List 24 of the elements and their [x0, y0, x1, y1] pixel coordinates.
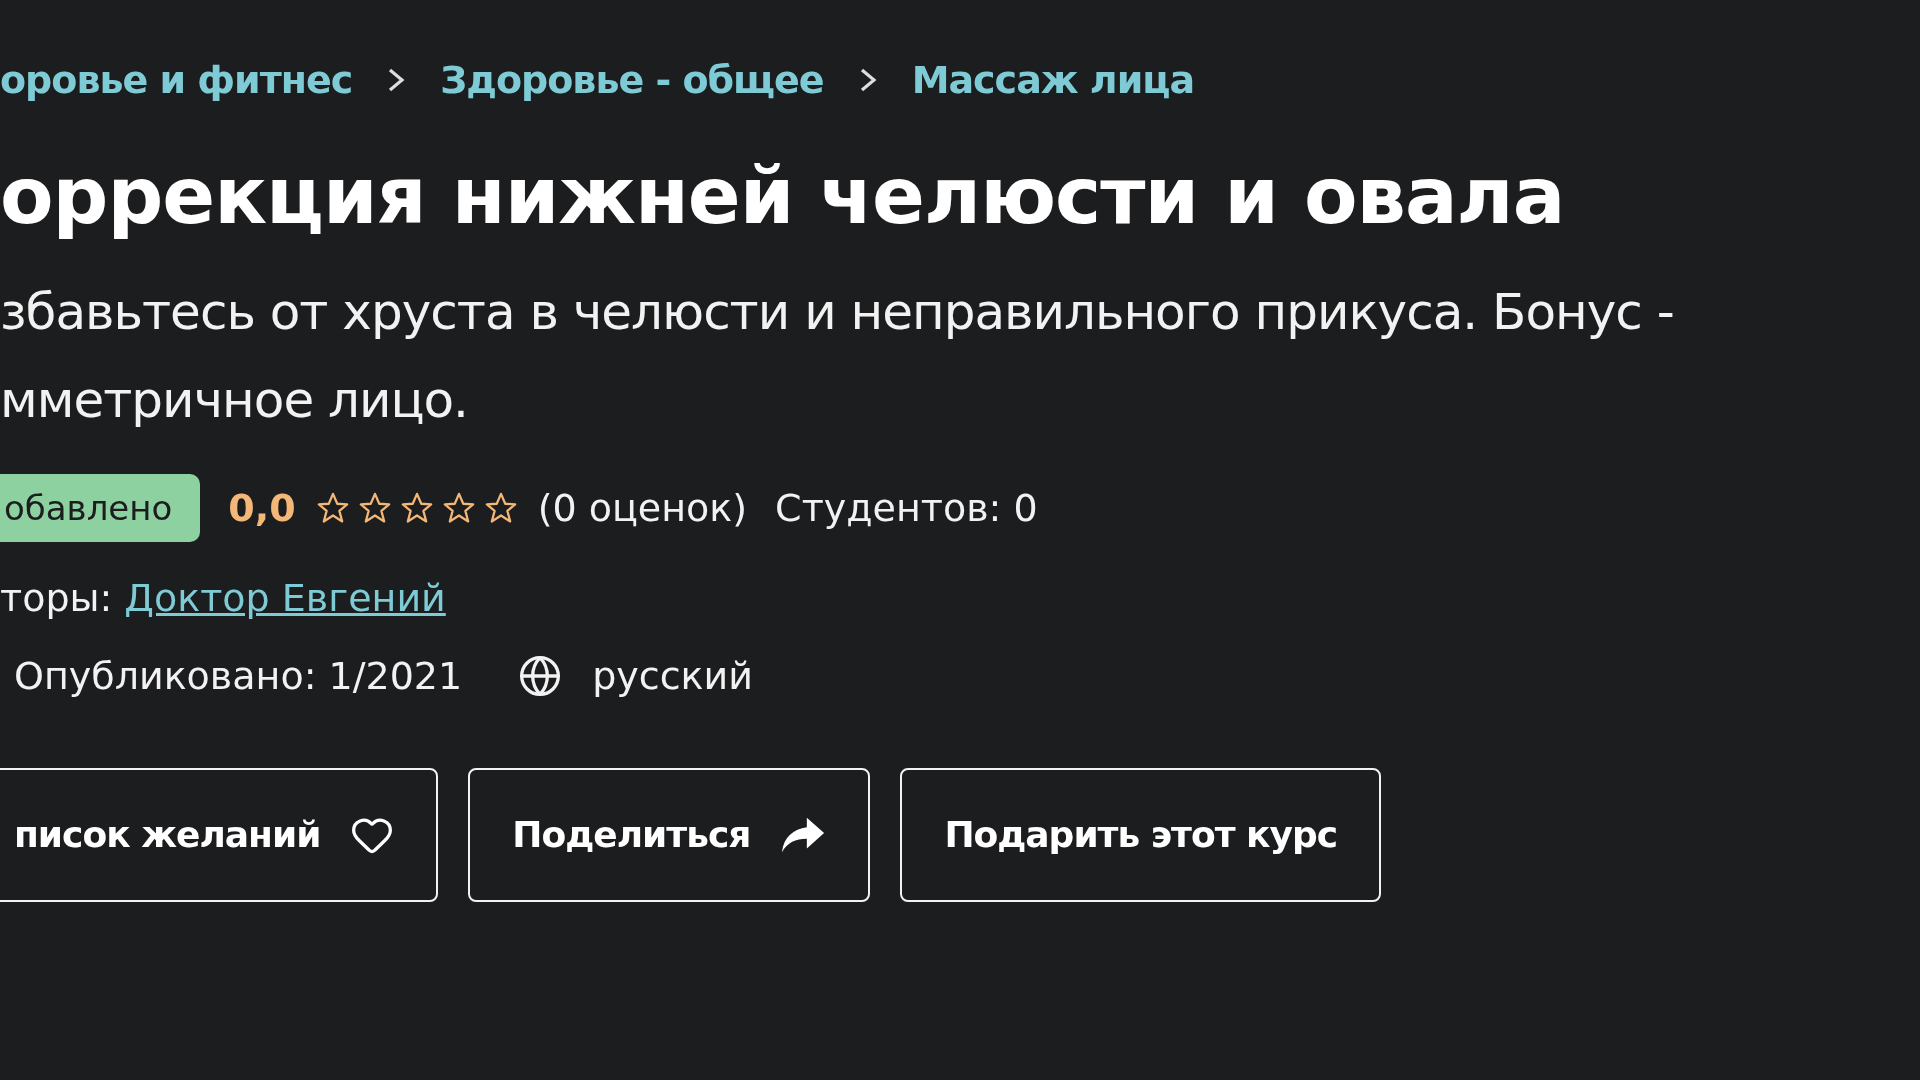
status-badge: обавлено [0, 473, 201, 542]
share-button[interactable]: Поделиться [468, 767, 871, 902]
breadcrumb-link[interactable]: Здоровье - общее [440, 58, 824, 102]
course-description: збавьтесь от хруста в челюсти и неправильного прикуса. Бонус - [0, 281, 1675, 343]
star-icon [441, 490, 476, 525]
star-icon [315, 490, 350, 525]
student-count: Студентов: 0 [775, 485, 1038, 530]
published-date: Опубликовано: 1/2021 [14, 653, 463, 698]
course-language: русский [592, 653, 753, 698]
globe-icon [518, 653, 563, 698]
star-icon [399, 490, 434, 525]
star-icon [357, 490, 392, 525]
author-link[interactable]: Доктор Евгений [124, 575, 446, 620]
course-title: оррекция нижней челюсти и овала [0, 154, 1566, 240]
star-icon [483, 490, 518, 525]
authors-label: торы: [0, 575, 113, 620]
breadcrumb-link[interactable]: оровье и фитнес [0, 58, 353, 102]
rating-count: (0 оценок) [537, 485, 748, 530]
wishlist-button[interactable]: писок желаний [0, 767, 439, 902]
chevron-right-icon [386, 68, 407, 92]
course-description: мметричное лицо. [0, 369, 469, 431]
rating-score: 0,0 [228, 485, 296, 530]
breadcrumb-link[interactable]: Массаж лица [911, 58, 1195, 102]
gift-button[interactable]: Подарить этот курс [900, 767, 1382, 902]
